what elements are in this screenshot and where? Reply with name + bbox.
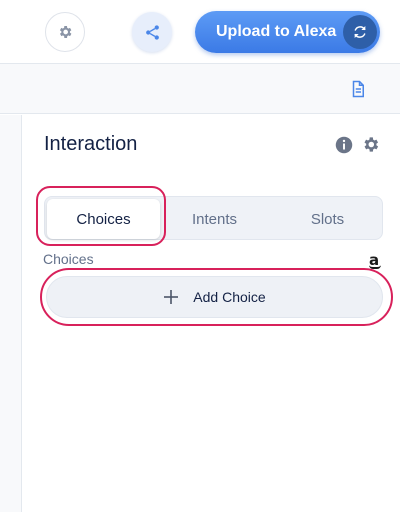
upload-to-alexa-button[interactable]: Upload to Alexa	[195, 11, 380, 53]
sync-button[interactable]	[343, 15, 377, 49]
secondary-toolbar	[0, 64, 400, 114]
canvas-area	[0, 115, 22, 512]
plus-icon	[164, 290, 179, 304]
add-choice-button[interactable]: Add Choice	[46, 276, 383, 318]
add-choice-label: Add Choice	[193, 289, 266, 305]
interaction-tabs: Choices Intents Slots	[44, 196, 383, 240]
gear-icon[interactable]	[361, 135, 380, 154]
share-button[interactable]	[132, 12, 172, 52]
top-toolbar: Upload to Alexa	[0, 0, 400, 64]
amazon-smile	[369, 265, 381, 269]
settings-button[interactable]	[45, 12, 85, 52]
tab-choices[interactable]: Choices	[47, 199, 160, 239]
sync-icon	[354, 26, 366, 38]
share-icon	[145, 24, 159, 40]
document-icon[interactable]	[349, 80, 367, 98]
info-icon[interactable]	[335, 136, 353, 154]
section-label-choices: Choices	[43, 251, 94, 267]
tab-slots[interactable]: Slots	[271, 197, 384, 241]
tab-intents[interactable]: Intents	[158, 197, 271, 241]
gear-icon	[59, 26, 72, 38]
amazon-icon: a	[369, 251, 381, 269]
panel-title: Interaction	[44, 133, 138, 155]
upload-button-label: Upload to Alexa	[216, 23, 337, 40]
